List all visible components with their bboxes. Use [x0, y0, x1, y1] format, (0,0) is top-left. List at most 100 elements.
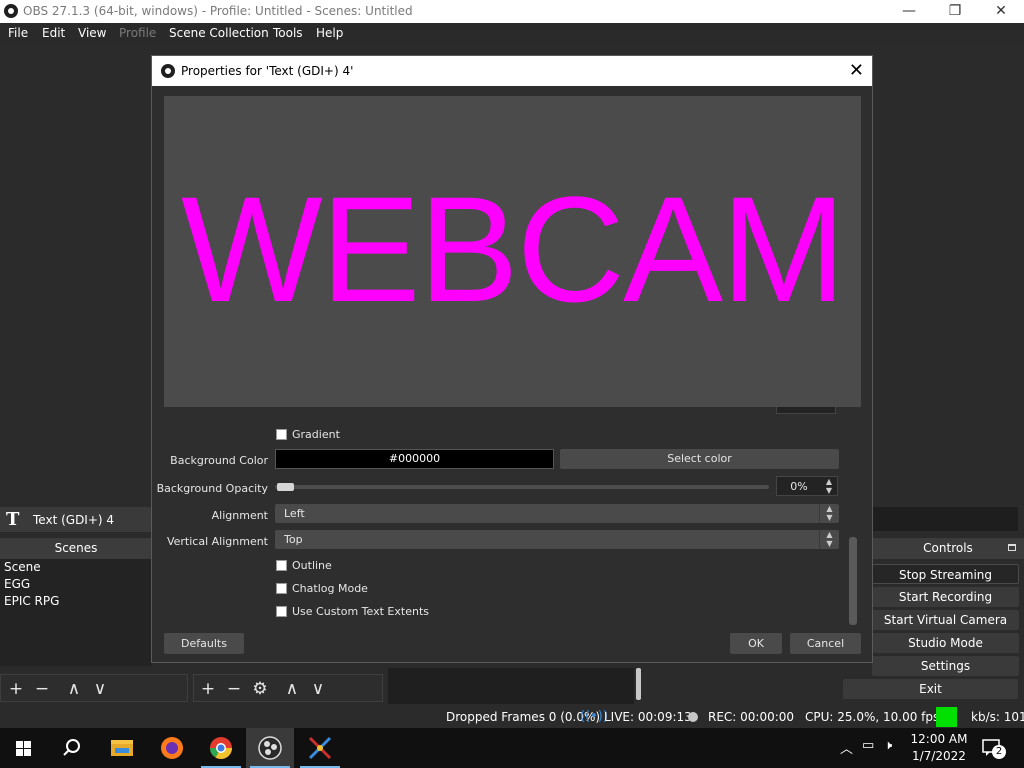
taskbar-clock[interactable]: 12:00 AM 1/7/2022	[904, 731, 974, 765]
controls-title: Controls	[923, 541, 973, 555]
bg-opacity-slider[interactable]	[275, 485, 769, 489]
vertical-alignment-label: Vertical Alignment	[166, 535, 268, 548]
bg-color-label: Background Color	[170, 454, 268, 467]
properties-dialog: Properties for 'Text (GDI+) 4' ✕ WEBCAM …	[151, 55, 873, 663]
remove-scene-button[interactable]: −	[31, 678, 53, 700]
add-source-button[interactable]: +	[197, 678, 219, 700]
chrome-icon[interactable]	[197, 728, 245, 768]
menu-help[interactable]: Help	[316, 26, 343, 40]
windows-start-icon[interactable]	[0, 728, 48, 768]
cancel-button[interactable]: Cancel	[790, 633, 861, 654]
scene-item[interactable]: Scene	[0, 559, 152, 576]
bg-color-swatch: #000000	[275, 449, 554, 469]
obs-logo-icon	[161, 64, 175, 78]
color-preview-partial[interactable]	[776, 407, 836, 414]
obs-logo-icon	[4, 4, 18, 18]
studio-mode-button[interactable]: Studio Mode	[872, 633, 1019, 653]
volume-muted-icon[interactable]: 🕨	[884, 738, 892, 753]
menu-scene-collection[interactable]: Scene Collection	[169, 26, 269, 40]
ok-button[interactable]: OK	[730, 633, 782, 654]
bg-opacity-slider-handle[interactable]	[277, 483, 294, 491]
settings-button[interactable]: Settings	[872, 656, 1019, 676]
chevron-up-icon[interactable]: ︿	[840, 738, 853, 757]
window-title: OBS 27.1.3 (64-bit, windows) - Profile: …	[23, 4, 413, 18]
alignment-value: Left	[284, 507, 305, 520]
menu-file[interactable]: File	[8, 26, 28, 40]
exit-button[interactable]: Exit	[843, 679, 1018, 699]
scene-item[interactable]: EPIC RPG	[0, 593, 152, 610]
dropped-frames: Dropped Frames 0 (0.0%)	[446, 710, 601, 724]
alignment-label: Alignment	[211, 509, 268, 522]
bg-opacity-value: 0%	[790, 480, 808, 493]
status-bar: Dropped Frames 0 (0.0%) ((•)) LIVE: 00:0…	[0, 706, 1024, 728]
menu-edit[interactable]: Edit	[42, 26, 65, 40]
outline-label: Outline	[292, 559, 332, 572]
selected-source-label: Text (GDI+) 4	[33, 513, 115, 527]
chatlog-mode-label: Chatlog Mode	[292, 582, 368, 595]
select-color-button[interactable]: Select color	[560, 449, 839, 469]
undock-icon[interactable]	[1008, 544, 1016, 551]
stop-streaming-button[interactable]: Stop Streaming	[872, 564, 1019, 584]
menu-view[interactable]: View	[78, 26, 106, 40]
chatlog-mode-checkbox[interactable]	[276, 583, 287, 594]
gradient-label: Gradient	[292, 428, 340, 441]
scenes-list: Scene EGG EPIC RPG	[0, 559, 152, 666]
scene-transitions-panel	[872, 507, 1018, 531]
move-scene-up-button[interactable]: ∧	[63, 678, 85, 700]
search-icon[interactable]	[48, 728, 96, 768]
rec-time: REC: 00:00:00	[708, 710, 795, 724]
close-button[interactable]: ✕	[978, 0, 1024, 23]
windows-taskbar: ︿ ▭ 🕨 12:00 AM 1/7/2022 2	[0, 728, 1024, 768]
live-broadcast-icon: ((•))	[580, 709, 608, 724]
alignment-dropdown[interactable]: Left ▲ ▼	[275, 504, 839, 523]
defaults-button[interactable]: Defaults	[164, 633, 244, 654]
obs-icon[interactable]	[246, 728, 294, 768]
stream-health-indicator	[936, 707, 957, 727]
maximize-button[interactable]: ❐	[932, 0, 978, 23]
firefox-icon[interactable]	[148, 728, 196, 768]
game-icon[interactable]	[296, 728, 344, 768]
minimize-button[interactable]: —	[886, 0, 932, 23]
selected-source-bar: T Text (GDI+) 4	[0, 507, 152, 532]
window-title-bar: OBS 27.1.3 (64-bit, windows) - Profile: …	[0, 0, 1024, 23]
rec-status-icon	[688, 712, 698, 722]
notifications-icon[interactable]: 2	[982, 738, 1006, 759]
source-properties-button[interactable]: ⚙	[249, 678, 271, 700]
bg-opacity-label: Background Opacity	[156, 482, 268, 495]
bg-opacity-spinbox[interactable]: 0% ▲ ▼	[776, 476, 838, 496]
sources-toolbar: + − ⚙ ∧ ∨	[193, 674, 383, 702]
custom-text-extents-label: Use Custom Text Extents	[292, 605, 429, 618]
add-scene-button[interactable]: +	[5, 678, 27, 700]
scenes-header: Scenes	[0, 538, 152, 559]
start-virtual-camera-button[interactable]: Start Virtual Camera	[872, 610, 1019, 630]
scene-item[interactable]: EGG	[0, 576, 152, 593]
menu-profile[interactable]: Profile	[119, 26, 156, 40]
properties-scrollbar[interactable]	[849, 537, 857, 625]
menu-tools[interactable]: Tools	[273, 26, 303, 40]
start-recording-button[interactable]: Start Recording	[872, 587, 1019, 607]
dialog-close-icon[interactable]: ✕	[849, 60, 864, 81]
outline-checkbox[interactable]	[276, 560, 287, 571]
scenes-dock: Scenes Scene EGG EPIC RPG	[0, 538, 152, 668]
scrollbar-thumb[interactable]	[636, 668, 641, 700]
mixer-scrollbar[interactable]	[634, 668, 644, 700]
bitrate: kb/s: 1012	[971, 710, 1024, 724]
custom-text-extents-checkbox[interactable]	[276, 606, 287, 617]
move-scene-down-button[interactable]: ∨	[89, 678, 111, 700]
file-explorer-icon[interactable]	[98, 728, 146, 768]
network-icon[interactable]: ▭	[862, 738, 874, 753]
vertical-alignment-dropdown[interactable]: Top ▲ ▼	[275, 530, 839, 549]
clock-time: 12:00 AM	[910, 732, 968, 746]
menu-bar: File Edit View Profile Scene Collection …	[0, 23, 1024, 44]
spin-arrows-icon[interactable]: ▲ ▼	[821, 477, 837, 495]
dialog-title: Properties for 'Text (GDI+) 4'	[181, 64, 354, 78]
move-source-up-button[interactable]: ∧	[281, 678, 303, 700]
move-source-down-button[interactable]: ∨	[307, 678, 329, 700]
properties-list: Gradient Background Color #000000 Select…	[157, 407, 861, 625]
preview-text: WEBCAM	[181, 165, 846, 333]
gradient-checkbox[interactable]	[276, 429, 287, 440]
remove-source-button[interactable]: −	[223, 678, 245, 700]
scenes-toolbar: + − ∧ ∨	[0, 674, 188, 702]
source-preview: WEBCAM	[164, 96, 861, 407]
dropdown-arrows-icon: ▲ ▼	[819, 504, 839, 523]
